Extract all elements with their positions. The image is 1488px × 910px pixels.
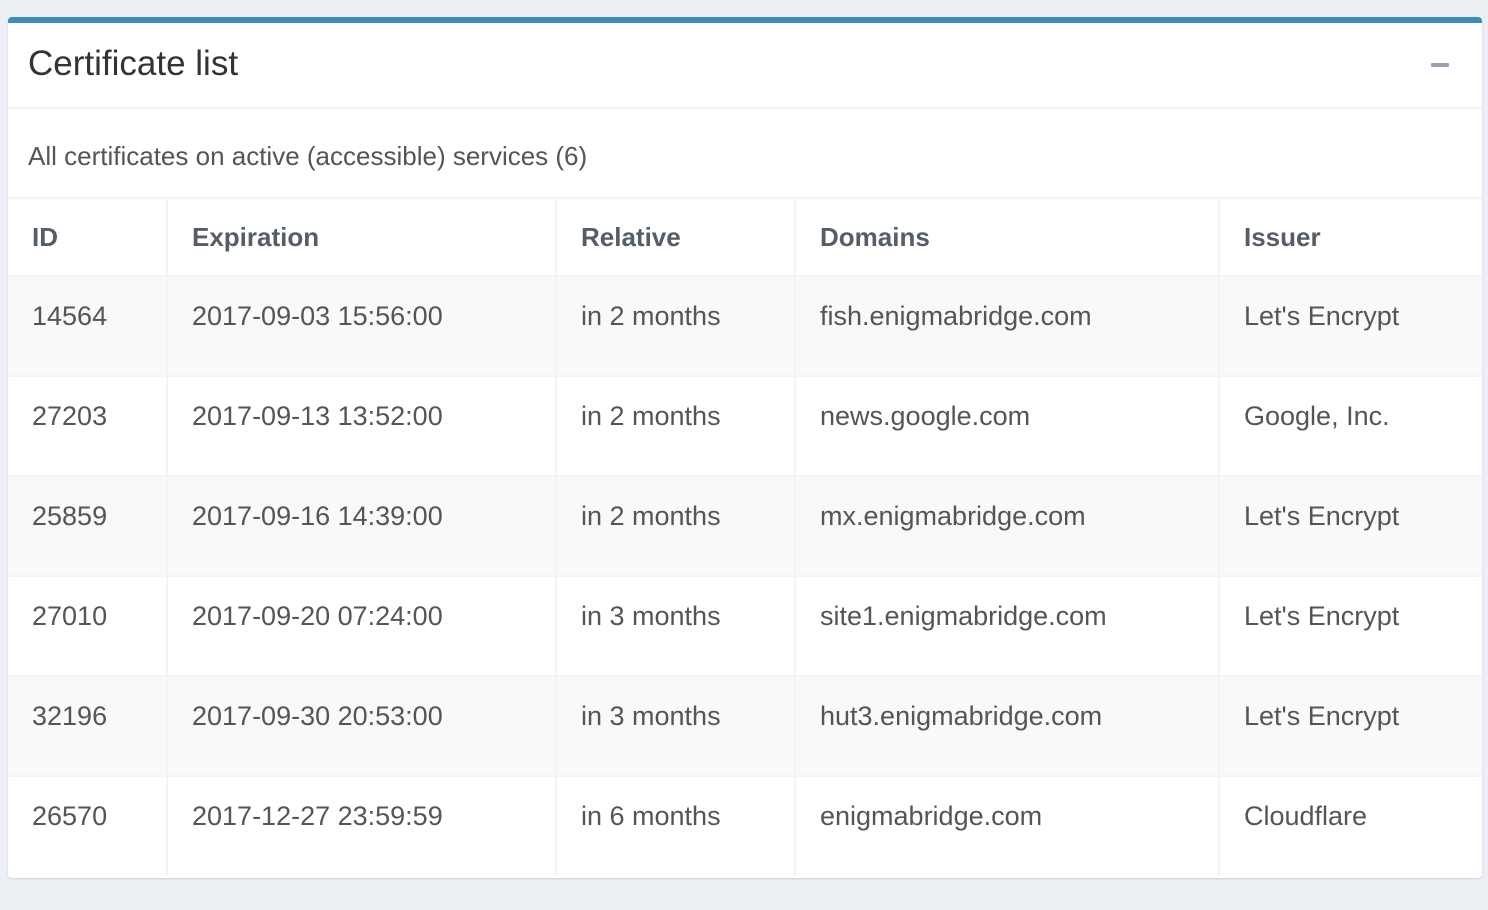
certificate-list-box: Certificate list All certificates on act… xyxy=(8,17,1482,878)
cell-domains: mx.enigmabridge.com xyxy=(794,475,1220,577)
cell-id: 27203 xyxy=(8,375,168,477)
table-row: 25859 2017-09-16 14:39:00 in 2 months mx… xyxy=(8,475,1482,577)
cell-expiration: 2017-12-27 23:59:59 xyxy=(166,775,557,876)
column-header-issuer[interactable]: Issuer xyxy=(1218,197,1482,277)
column-header-relative[interactable]: Relative xyxy=(555,197,796,277)
cell-relative: in 2 months xyxy=(555,275,796,377)
collapse-button[interactable] xyxy=(1428,53,1452,77)
column-header-expiration[interactable]: Expiration xyxy=(166,197,557,277)
cell-id: 27010 xyxy=(8,575,168,677)
cell-expiration: 2017-09-20 07:24:00 xyxy=(166,575,557,677)
cell-expiration: 2017-09-30 20:53:00 xyxy=(166,675,557,777)
minus-icon xyxy=(1431,63,1449,67)
cell-domains: site1.enigmabridge.com xyxy=(794,575,1220,677)
cell-relative: in 2 months xyxy=(555,475,796,577)
cell-issuer: Let's Encrypt xyxy=(1218,675,1482,777)
cell-id: 26570 xyxy=(8,775,168,876)
cell-issuer: Let's Encrypt xyxy=(1218,475,1482,577)
cell-id: 14564 xyxy=(8,275,168,377)
certificate-table: ID Expiration Relative Domains Issuer 14… xyxy=(8,197,1482,876)
cell-relative: in 3 months xyxy=(555,575,796,677)
table-header-row: ID Expiration Relative Domains Issuer xyxy=(8,197,1482,277)
cell-expiration: 2017-09-13 13:52:00 xyxy=(166,375,557,477)
cell-relative: in 6 months xyxy=(555,775,796,876)
cell-issuer: Let's Encrypt xyxy=(1218,275,1482,377)
cell-domains: news.google.com xyxy=(794,375,1220,477)
cell-domains: fish.enigmabridge.com xyxy=(794,275,1220,377)
cell-expiration: 2017-09-03 15:56:00 xyxy=(166,275,557,377)
cell-id: 25859 xyxy=(8,475,168,577)
column-header-id[interactable]: ID xyxy=(8,197,168,277)
table-row: 26570 2017-12-27 23:59:59 in 6 months en… xyxy=(8,775,1482,876)
cell-domains: hut3.enigmabridge.com xyxy=(794,675,1220,777)
certificate-table-wrapper: ID Expiration Relative Domains Issuer 14… xyxy=(8,197,1482,876)
cell-issuer: Google, Inc. xyxy=(1218,375,1482,477)
box-header: Certificate list xyxy=(8,23,1482,109)
cell-domains: enigmabridge.com xyxy=(794,775,1220,876)
cell-id: 32196 xyxy=(8,675,168,777)
table-row: 14564 2017-09-03 15:56:00 in 2 months fi… xyxy=(8,275,1482,377)
table-row: 27203 2017-09-13 13:52:00 in 2 months ne… xyxy=(8,375,1482,477)
cell-issuer: Let's Encrypt xyxy=(1218,575,1482,677)
cell-expiration: 2017-09-16 14:39:00 xyxy=(166,475,557,577)
cell-issuer: Cloudflare xyxy=(1218,775,1482,876)
table-row: 32196 2017-09-30 20:53:00 in 3 months hu… xyxy=(8,675,1482,777)
cell-relative: in 2 months xyxy=(555,375,796,477)
table-row: 27010 2017-09-20 07:24:00 in 3 months si… xyxy=(8,575,1482,677)
column-header-domains[interactable]: Domains xyxy=(794,197,1220,277)
box-subtitle: All certificates on active (accessible) … xyxy=(28,141,588,171)
box-title: Certificate list xyxy=(28,44,239,83)
cell-relative: in 3 months xyxy=(555,675,796,777)
